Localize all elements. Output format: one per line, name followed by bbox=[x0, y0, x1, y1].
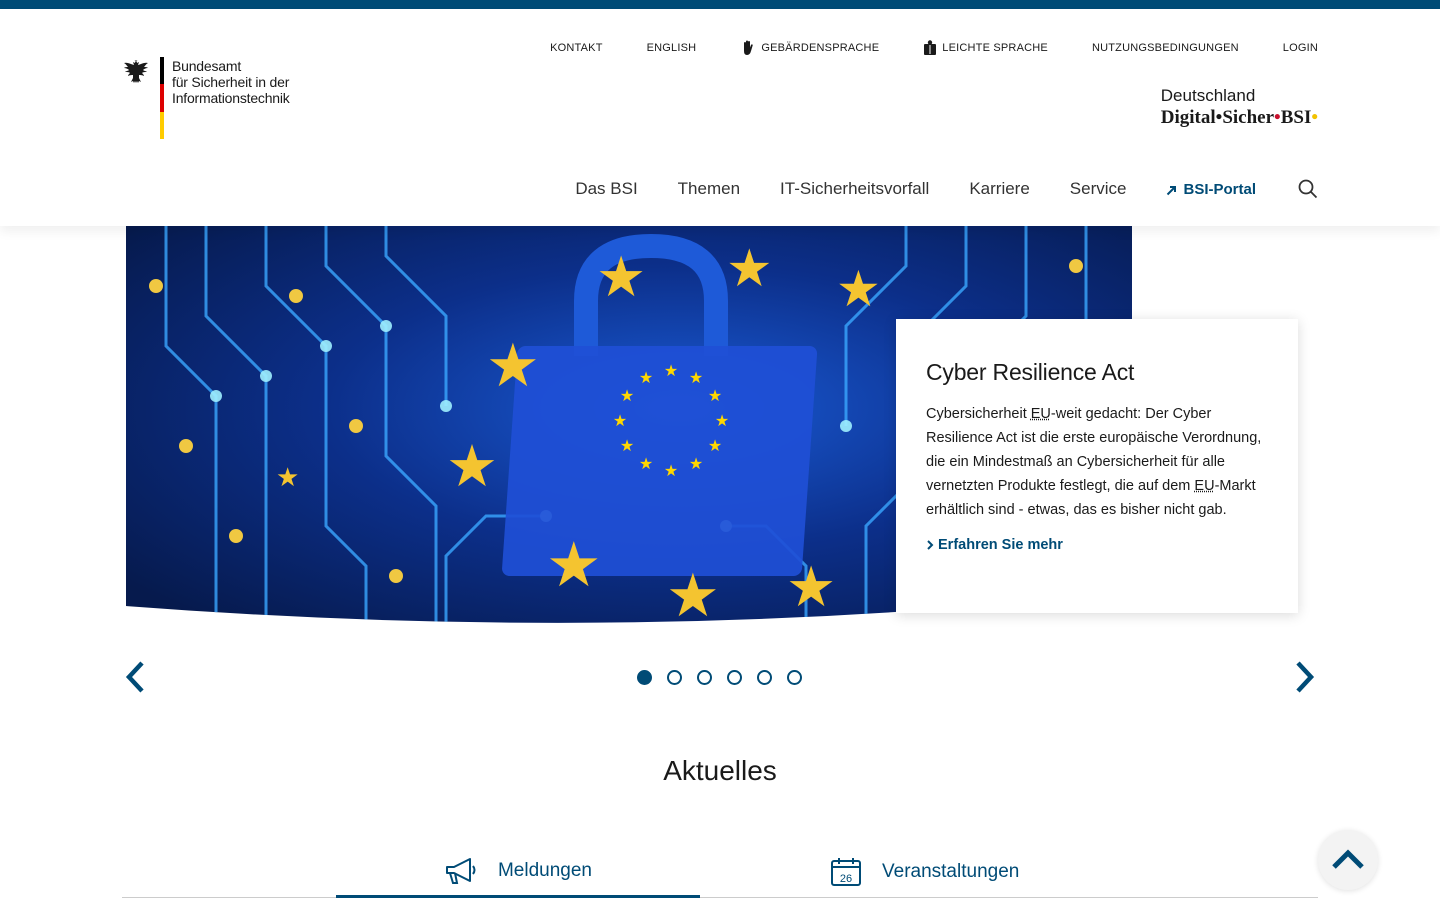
calendar-icon: 26 bbox=[831, 858, 861, 886]
carousel-pagination bbox=[637, 670, 817, 685]
back-to-top-button[interactable] bbox=[1318, 830, 1378, 890]
nav-it-sicherheitsvorfall[interactable]: IT-Sicherheitsvorfall bbox=[780, 179, 929, 199]
nav-bsi-portal-label: BSI-Portal bbox=[1183, 180, 1256, 198]
tab-meldungen-label: Meldungen bbox=[497, 859, 593, 881]
search-icon bbox=[1298, 179, 1318, 199]
svg-text:★: ★ bbox=[639, 370, 653, 387]
federal-eagle-icon bbox=[124, 60, 148, 83]
svg-text:★: ★ bbox=[689, 370, 703, 387]
svg-text:★: ★ bbox=[786, 555, 836, 618]
brand-line-2: Digital•Sicher•BSI• bbox=[1161, 106, 1318, 130]
carousel-dot-1[interactable] bbox=[637, 670, 652, 685]
main-navigation: Das BSI Themen IT-Sicherheitsvorfall Kar… bbox=[575, 179, 1318, 199]
meta-link-kontakt[interactable]: KONTAKT bbox=[550, 42, 603, 54]
brand-dot-gold: • bbox=[1311, 107, 1318, 128]
bsi-logo[interactable]: Bundesamt für Sicherheit in der Informat… bbox=[122, 57, 290, 139]
meta-link-english[interactable]: ENGLISH bbox=[647, 42, 697, 54]
org-name-line-3: Informationstechnik bbox=[172, 90, 290, 106]
teaser-more-label: Erfahren Sie mehr bbox=[938, 537, 1063, 553]
calendar-day-number: 26 bbox=[840, 873, 852, 885]
nav-karriere[interactable]: Karriere bbox=[969, 179, 1029, 199]
svg-text:★: ★ bbox=[836, 261, 881, 317]
svg-text:★: ★ bbox=[596, 245, 646, 308]
svg-text:★: ★ bbox=[708, 438, 722, 455]
chevron-right-icon bbox=[927, 540, 934, 550]
teaser-more-link[interactable]: Erfahren Sie mehr bbox=[926, 537, 1063, 553]
hero-teaser-card: Cyber Resilience Act Cybersicherheit EU-… bbox=[896, 319, 1298, 613]
external-arrow-icon bbox=[1167, 186, 1177, 196]
svg-text:★: ★ bbox=[446, 434, 498, 499]
org-name-line-2: für Sicherheit in der bbox=[172, 74, 290, 90]
tab-meldungen[interactable]: Meldungen bbox=[336, 846, 700, 898]
teaser-text-part-1: Cybersicherheit bbox=[926, 406, 1031, 422]
nav-das-bsi[interactable]: Das BSI bbox=[575, 179, 637, 199]
nav-service[interactable]: Service bbox=[1070, 179, 1127, 199]
meta-navigation: KONTAKT ENGLISH GEBÄRDENSPRACHE LEICHTE … bbox=[550, 40, 1318, 56]
meta-link-gebaerdensprache[interactable]: GEBÄRDENSPRACHE bbox=[740, 40, 879, 56]
teaser-title: Cyber Resilience Act bbox=[926, 359, 1135, 385]
brand-line-1: Deutschland bbox=[1160, 86, 1256, 105]
carousel-dot-5[interactable] bbox=[757, 670, 772, 685]
meta-link-kontakt-label: KONTAKT bbox=[550, 42, 603, 54]
flag-stripe bbox=[160, 57, 164, 139]
meta-link-leichte-sprache[interactable]: LEICHTE SPRACHE bbox=[923, 40, 1048, 56]
svg-text:★: ★ bbox=[276, 462, 299, 492]
carousel-dot-4[interactable] bbox=[727, 670, 742, 685]
teaser-abbr-eu-2: EU bbox=[1194, 478, 1215, 494]
teaser-text: Cybersicherheit EU-weit gedacht: Der Cyb… bbox=[926, 402, 1268, 522]
sign-language-hand-icon bbox=[744, 40, 754, 55]
easy-language-book-icon bbox=[924, 40, 937, 55]
chevron-up-icon bbox=[1332, 849, 1364, 869]
carousel-dot-2[interactable] bbox=[667, 670, 682, 685]
svg-text:★: ★ bbox=[664, 463, 678, 480]
search-button[interactable] bbox=[1298, 179, 1318, 199]
svg-text:★: ★ bbox=[664, 363, 678, 380]
meta-link-leichte-label: LEICHTE SPRACHE bbox=[942, 42, 1048, 54]
meta-link-login-label: LOGIN bbox=[1282, 42, 1318, 54]
carousel-prev-button[interactable] bbox=[122, 658, 148, 696]
svg-text:★: ★ bbox=[666, 562, 720, 629]
news-tabs: Meldungen 26 Veranstaltungen bbox=[122, 846, 1318, 898]
svg-text:★: ★ bbox=[726, 240, 773, 298]
meta-link-login[interactable]: LOGIN bbox=[1283, 42, 1318, 54]
svg-text:★: ★ bbox=[620, 388, 634, 405]
brand-digital: Digital bbox=[1160, 107, 1216, 128]
section-title-aktuelles: Aktuelles bbox=[663, 755, 777, 786]
org-name-line-1: Bundesamt bbox=[172, 58, 242, 74]
svg-text:★: ★ bbox=[639, 456, 653, 473]
carousel-next-button[interactable] bbox=[1292, 658, 1318, 696]
meta-link-english-label: ENGLISH bbox=[646, 42, 697, 54]
chevron-left-icon bbox=[125, 661, 144, 693]
site-header: Bundesamt für Sicherheit in der Informat… bbox=[0, 9, 1440, 226]
org-name: Bundesamt für Sicherheit in der Informat… bbox=[172, 58, 290, 139]
brand-sicher: Sicher bbox=[1222, 107, 1275, 128]
megaphone-icon bbox=[445, 857, 476, 884]
nav-bsi-portal[interactable]: BSI-Portal bbox=[1166, 181, 1256, 198]
meta-link-gebaerden-label: GEBÄRDENSPRACHE bbox=[761, 42, 880, 54]
brand-bsi: BSI bbox=[1280, 107, 1312, 128]
svg-text:★: ★ bbox=[689, 456, 703, 473]
carousel-dot-3[interactable] bbox=[697, 670, 712, 685]
svg-text:★: ★ bbox=[613, 413, 627, 430]
digital-sicher-bsi-logo[interactable]: Deutschland Digital•Sicher•BSI• bbox=[1161, 86, 1318, 130]
teaser-abbr-eu-1: EU bbox=[1030, 406, 1051, 422]
svg-text:★: ★ bbox=[715, 413, 729, 430]
meta-link-nutzungsbedingungen[interactable]: NUTZUNGSBEDINGUNGEN bbox=[1092, 42, 1239, 54]
brand-dot-red: • bbox=[1274, 107, 1281, 128]
tab-veranstaltungen-label: Veranstaltungen bbox=[882, 861, 1020, 882]
svg-text:★: ★ bbox=[620, 438, 634, 455]
chevron-right-large-icon bbox=[1296, 661, 1315, 693]
svg-text:★: ★ bbox=[708, 388, 722, 405]
nav-themen[interactable]: Themen bbox=[678, 179, 740, 199]
svg-text:★: ★ bbox=[546, 531, 602, 600]
carousel-dot-6[interactable] bbox=[787, 670, 802, 685]
tab-veranstaltungen[interactable]: 26 Veranstaltungen bbox=[700, 846, 1200, 898]
svg-text:★: ★ bbox=[486, 332, 540, 399]
top-accent-bar bbox=[0, 0, 1440, 9]
meta-link-nutzung-label: NUTZUNGSBEDINGUNGEN bbox=[1091, 42, 1239, 54]
